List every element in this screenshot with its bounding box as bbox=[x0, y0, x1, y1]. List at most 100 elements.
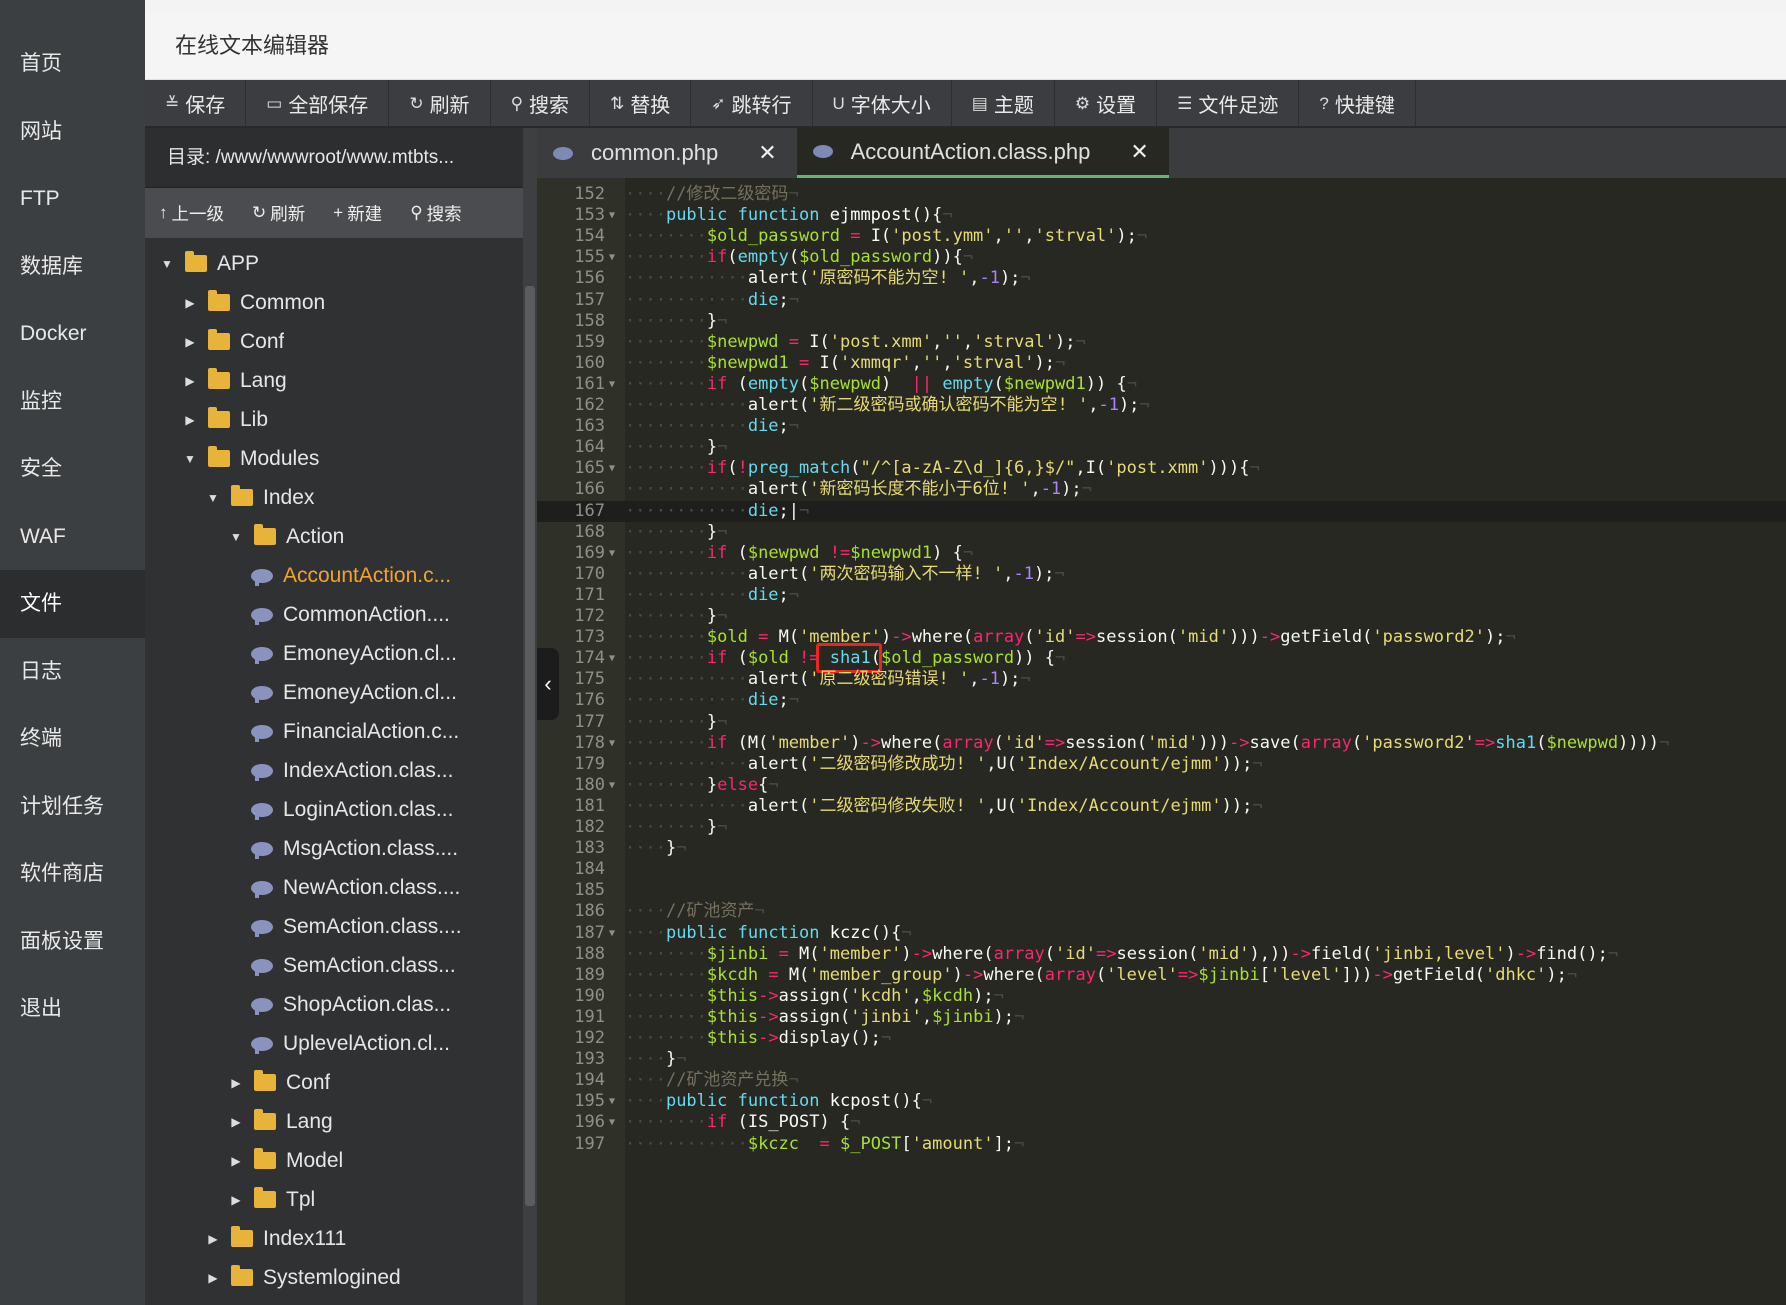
caret-down-icon[interactable]: ▼ bbox=[182, 452, 198, 466]
token: '原密码不能为空! ' bbox=[809, 268, 970, 289]
token: if bbox=[706, 648, 728, 669]
save-all-icon: ▭ bbox=[266, 93, 283, 113]
save-button[interactable]: ≚ 保存 bbox=[145, 80, 247, 127]
nav-item[interactable]: 终端 bbox=[0, 705, 145, 773]
fold-arrow-icon[interactable]: ▼ bbox=[609, 733, 615, 754]
replace-button[interactable]: ⇅ 替换 bbox=[590, 80, 692, 127]
fold-arrow-icon[interactable]: ▼ bbox=[609, 458, 615, 479]
file-node[interactable]: EmoneyAction.cl... bbox=[145, 673, 523, 712]
nav-item[interactable]: 文件 bbox=[0, 570, 145, 638]
file-node[interactable]: UplevelAction.cl... bbox=[145, 1024, 523, 1063]
file-node[interactable]: LoginAction.clas... bbox=[145, 790, 523, 829]
folder-node[interactable]: ▼ APP bbox=[145, 244, 523, 283]
nav-item[interactable]: 首页 bbox=[0, 30, 145, 98]
fold-arrow-icon[interactable]: ▼ bbox=[609, 247, 615, 268]
folder-node[interactable]: ▶ Index111 bbox=[145, 1219, 523, 1258]
folder-node[interactable]: ▼ Index bbox=[145, 478, 523, 517]
folder-node[interactable]: ▶ Conf bbox=[145, 322, 523, 361]
caret-right-icon[interactable]: ▶ bbox=[228, 1193, 244, 1207]
file-node[interactable]: AccountAction.c... bbox=[145, 556, 523, 595]
fold-arrow-icon[interactable]: ▼ bbox=[609, 1112, 615, 1133]
collapse-sidebar-button[interactable]: ‹ bbox=[537, 648, 559, 720]
token: ( bbox=[1536, 732, 1547, 753]
tree-scrollbar[interactable] bbox=[523, 128, 537, 1305]
nav-item[interactable]: 监控 bbox=[0, 368, 145, 436]
file-node[interactable]: SemAction.class... bbox=[145, 946, 523, 985]
refresh-button[interactable]: ↻ 刷新 bbox=[389, 80, 491, 127]
token: $newpwd1 bbox=[1003, 373, 1086, 394]
file-node[interactable]: ShopAction.clas... bbox=[145, 985, 523, 1024]
tree-scrollbar-thumb[interactable] bbox=[525, 286, 535, 1206]
font-size-button[interactable]: U 字体大小 bbox=[813, 80, 952, 127]
fold-arrow-icon[interactable]: ▼ bbox=[609, 923, 615, 944]
file-node[interactable]: MsgAction.class.... bbox=[145, 829, 523, 868]
caret-right-icon[interactable]: ▶ bbox=[228, 1154, 244, 1168]
folder-node[interactable]: ▶ Model bbox=[145, 1141, 523, 1180]
nav-item[interactable]: WAF bbox=[0, 503, 145, 571]
fold-arrow-icon[interactable]: ▼ bbox=[609, 543, 615, 564]
caret-down-icon[interactable]: ▼ bbox=[159, 257, 175, 271]
folder-node[interactable]: ▶ Conf bbox=[145, 1063, 523, 1102]
folder-node[interactable]: ▶ Common bbox=[145, 283, 523, 322]
folder-node[interactable]: ▼ Action bbox=[145, 517, 523, 556]
folder-node[interactable]: ▶ Lib bbox=[145, 400, 523, 439]
file-node[interactable]: SemAction.class.... bbox=[145, 907, 523, 946]
caret-right-icon[interactable]: ▶ bbox=[205, 1271, 221, 1285]
goto-line-button[interactable]: ➶ 跳转行 bbox=[691, 80, 813, 127]
fold-arrow-icon[interactable]: ▼ bbox=[609, 1091, 615, 1112]
nav-item[interactable]: FTP bbox=[0, 165, 145, 233]
file-history-button[interactable]: ☰ 文件足迹 bbox=[1157, 80, 1300, 127]
search-button[interactable]: ⚲ 搜索 bbox=[396, 201, 475, 226]
save-all-button[interactable]: ▭ 全部保存 bbox=[246, 80, 390, 127]
code-editor[interactable]: 152 ····//修改二级密码¬ 153 ▼ ····public function … bbox=[537, 178, 1786, 1305]
settings-button[interactable]: ⚙ 设置 bbox=[1055, 80, 1158, 127]
shortcut-button[interactable]: ? 快捷键 bbox=[1299, 80, 1416, 127]
nav-item[interactable]: 网站 bbox=[0, 98, 145, 166]
refresh-button[interactable]: ↻ 刷新 bbox=[238, 201, 319, 226]
folder-node[interactable]: ▶ Systemlogined bbox=[145, 1258, 523, 1297]
nav-item[interactable]: 计划任务 bbox=[0, 773, 145, 841]
fold-arrow-icon[interactable]: ▼ bbox=[609, 205, 615, 226]
caret-right-icon[interactable]: ▶ bbox=[182, 374, 198, 388]
folder-node[interactable]: ▶ Tpl bbox=[145, 1180, 523, 1219]
caret-right-icon[interactable]: ▶ bbox=[182, 296, 198, 310]
fold-arrow-icon[interactable]: ▼ bbox=[609, 648, 615, 669]
nav-item[interactable]: 软件商店 bbox=[0, 840, 145, 908]
token: = bbox=[819, 1133, 830, 1154]
folder-node[interactable]: ▶ Lang bbox=[145, 1102, 523, 1141]
close-icon[interactable]: ✕ bbox=[1130, 139, 1148, 165]
file-node[interactable]: EmoneyAction.cl... bbox=[145, 634, 523, 673]
code-line: 174 ▼ ········if ($old != sha1($old_passwo… bbox=[537, 648, 1786, 669]
file-node[interactable]: CommonAction.... bbox=[145, 595, 523, 634]
fold-arrow-icon[interactable]: ▼ bbox=[609, 374, 615, 395]
caret-right-icon[interactable]: ▶ bbox=[228, 1076, 244, 1090]
online-text-editor: 在线文本编辑器 ≚ 保存 ▭ 全部保存 ↻ 刷新 ⚲ 搜索 ⇅ 替换 ➶ 跳转行 U 字体大小 ▤ 主题 ⚙ 设置… bbox=[145, 12, 1786, 1305]
caret-right-icon[interactable]: ▶ bbox=[182, 413, 198, 427]
folder-node[interactable]: ▼ Modules bbox=[145, 439, 523, 478]
file-node[interactable]: IndexAction.clas... bbox=[145, 751, 523, 790]
search-button[interactable]: ⚲ 搜索 bbox=[491, 80, 591, 127]
folder-node[interactable]: ▶ Lang bbox=[145, 361, 523, 400]
theme-button[interactable]: ▤ 主题 bbox=[952, 80, 1055, 127]
up-level-button[interactable]: ↑ 上一级 bbox=[145, 201, 238, 226]
close-icon[interactable]: ✕ bbox=[758, 140, 776, 166]
file-tab[interactable]: common.php ✕ bbox=[537, 128, 797, 178]
caret-right-icon[interactable]: ▶ bbox=[182, 335, 198, 349]
caret-down-icon[interactable]: ▼ bbox=[228, 530, 244, 544]
file-node[interactable]: FinancialAction.c... bbox=[145, 712, 523, 751]
fold-arrow-icon[interactable]: ▼ bbox=[609, 775, 615, 796]
caret-right-icon[interactable]: ▶ bbox=[205, 1232, 221, 1246]
nav-item[interactable]: 面板设置 bbox=[0, 908, 145, 976]
nav-item[interactable]: 数据库 bbox=[0, 233, 145, 301]
nav-item[interactable]: 退出 bbox=[0, 975, 145, 1043]
new-button[interactable]: + 新建 bbox=[319, 201, 396, 226]
caret-down-icon[interactable]: ▼ bbox=[205, 491, 221, 505]
nav-item[interactable]: Docker bbox=[0, 300, 145, 368]
nav-item[interactable]: 安全 bbox=[0, 435, 145, 503]
file-tab[interactable]: AccountAction.class.php ✕ bbox=[796, 128, 1169, 178]
indent-guide: ············ bbox=[625, 795, 748, 816]
caret-right-icon[interactable]: ▶ bbox=[228, 1115, 244, 1129]
file-node[interactable]: NewAction.class.... bbox=[145, 868, 523, 907]
nav-item[interactable]: 日志 bbox=[0, 638, 145, 706]
